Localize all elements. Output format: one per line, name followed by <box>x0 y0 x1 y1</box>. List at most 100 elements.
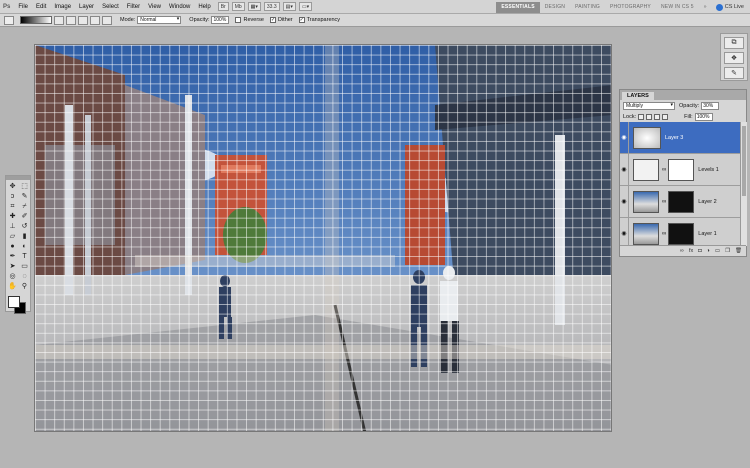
menu-layer[interactable]: Layer <box>75 4 98 10</box>
move-tool-icon[interactable]: ✥ <box>7 182 18 191</box>
cs-live-label: CS Live <box>724 4 744 10</box>
history-panel-icon[interactable]: ⧉ <box>724 37 744 49</box>
transparency-check-box[interactable]: ✓ <box>298 17 305 23</box>
reflected-gradient-button[interactable] <box>90 15 100 25</box>
delete-layer-icon[interactable]: 🗑 <box>735 248 742 254</box>
layer-opacity-input[interactable]: 30% <box>701 101 720 110</box>
shape-tool-icon[interactable]: ▭ <box>19 262 30 271</box>
opacity-input[interactable]: 100% <box>211 16 230 24</box>
marquee-tool-icon[interactable]: ⬚ <box>19 182 30 191</box>
gradient-tool-icon[interactable]: ▮ <box>19 232 30 241</box>
view-extras-button[interactable]: ▦▾ <box>247 2 261 11</box>
brush-tool-icon[interactable]: ✐ <box>19 212 30 221</box>
lock-all-icon[interactable] <box>662 113 669 120</box>
link-layers-icon[interactable]: ∞ <box>680 248 684 254</box>
layers-panel-footer: ∞ fx ◘ ◑ ▭ ❐ 🗑 <box>620 245 746 256</box>
workspace-essentials[interactable]: ESSENTIALS <box>496 1 540 13</box>
workspace-painting[interactable]: PAINTING <box>570 4 605 10</box>
menu-select[interactable]: Select <box>98 4 123 10</box>
foreground-color-swatch[interactable] <box>8 296 20 308</box>
layers-panel: LAYERS Multiply Opacity: 30% Lock: Fill:… <box>619 89 747 257</box>
diamond-gradient-button[interactable] <box>102 15 112 25</box>
properties-panel-icon[interactable]: ✎ <box>724 67 744 79</box>
path-select-icon[interactable]: ➤ <box>7 262 18 271</box>
tools-panel: ✥ ⬚ ↄ ✎ ⌗ ⌿ ✚ ✐ ⊥ ↺ ▱ ▮ ● ◐ ✒ T ➤ ▭ ◎ ◌ … <box>5 175 31 315</box>
tab-layers[interactable]: LAYERS <box>622 92 654 100</box>
type-tool-icon[interactable]: T <box>19 252 30 261</box>
menu-filter[interactable]: Filter <box>123 4 144 10</box>
gradient-picker[interactable] <box>20 16 52 24</box>
zoom-level[interactable]: 33.3 <box>263 2 280 11</box>
gradient-tool-preset-icon[interactable] <box>4 15 14 25</box>
workspace-design[interactable]: DESIGN <box>540 4 570 10</box>
color-swatches[interactable] <box>7 295 29 315</box>
menu-edit[interactable]: Edit <box>32 4 50 10</box>
layer-row-layer2[interactable]: ◉ ∞ Layer 2 <box>620 186 740 218</box>
menu-file[interactable]: File <box>14 4 32 10</box>
hand-tool-icon[interactable]: ✋ <box>7 282 18 291</box>
layer-row-layer1[interactable]: ◉ ∞ Layer 1 <box>620 218 740 246</box>
visibility-eye-icon[interactable]: ◉ <box>620 122 629 153</box>
bridge-button[interactable]: Br <box>217 2 229 11</box>
menu-window[interactable]: Window <box>165 4 194 10</box>
menu-help[interactable]: Help <box>194 4 214 10</box>
angle-gradient-button[interactable] <box>78 15 88 25</box>
add-mask-icon[interactable]: ◘ <box>698 248 701 254</box>
lock-pixels-icon[interactable] <box>646 113 653 120</box>
layers-scrollbar[interactable] <box>740 122 747 246</box>
new-adjustment-icon[interactable]: ◑ <box>707 248 710 254</box>
transparency-label: Transparency <box>306 17 341 23</box>
minibridge-button[interactable]: Mb <box>231 2 245 11</box>
lock-position-icon[interactable] <box>654 113 661 120</box>
dither-check-box[interactable]: ✓ <box>269 17 276 23</box>
new-layer-icon[interactable]: ❐ <box>725 248 730 254</box>
menu-image[interactable]: Image <box>50 4 75 10</box>
history-brush-icon[interactable]: ↺ <box>19 222 30 231</box>
adjustments-panel-icon[interactable]: ❖ <box>724 52 744 64</box>
reverse-check-box[interactable] <box>235 17 242 23</box>
eyedropper-tool-icon[interactable]: ⌿ <box>19 202 30 211</box>
pen-tool-icon[interactable]: ✒ <box>7 252 18 261</box>
cs-live-button[interactable]: CS Live <box>712 3 750 11</box>
workspace-new-in-cs5[interactable]: NEW IN CS 5 <box>656 4 699 10</box>
3d-rotate-icon[interactable]: ◎ <box>7 272 18 281</box>
layer-row-levels1[interactable]: ◉ ∞ Levels 1 <box>620 154 740 186</box>
crop-tool-icon[interactable]: ⌗ <box>7 202 18 211</box>
visibility-eye-icon[interactable]: ◉ <box>620 186 629 217</box>
visibility-eye-icon[interactable]: ◉ <box>620 154 629 185</box>
layer-row-layer3[interactable]: ◉ Layer 3 <box>620 122 740 154</box>
lasso-tool-icon[interactable]: ↄ <box>7 192 18 201</box>
linear-gradient-button[interactable] <box>54 15 64 25</box>
lock-transparency-icon[interactable] <box>638 113 645 120</box>
radial-gradient-button[interactable] <box>66 15 76 25</box>
clone-stamp-icon[interactable]: ⊥ <box>7 222 18 231</box>
mode-select[interactable]: Normal <box>137 16 182 24</box>
blend-mode-select[interactable]: Multiply <box>623 101 675 110</box>
layer-list: ◉ Layer 3 ◉ ∞ Levels 1 ◉ ∞ Layer 2 ◉ ∞ L… <box>620 122 740 246</box>
lock-row: Lock: Fill: 100% <box>620 111 746 122</box>
dither-checkbox[interactable]: ✓ Dither <box>269 17 293 23</box>
3d-orbit-icon[interactable]: ◌ <box>19 272 30 281</box>
dodge-tool-icon[interactable]: ◐ <box>19 242 30 251</box>
arrange-documents-button[interactable]: ▤▾ <box>282 2 296 11</box>
screen-mode-button[interactable]: ▭▾ <box>298 2 313 11</box>
document-canvas[interactable] <box>34 44 612 432</box>
new-group-icon[interactable]: ▭ <box>715 248 720 254</box>
visibility-eye-icon[interactable]: ◉ <box>620 218 629 246</box>
layers-scroll-thumb[interactable] <box>742 126 746 196</box>
layer-thumbnail <box>633 222 659 245</box>
fill-input[interactable]: 100% <box>694 112 713 121</box>
layer-style-icon[interactable]: fx <box>689 248 693 254</box>
menu-view[interactable]: View <box>144 4 165 10</box>
blur-tool-icon[interactable]: ● <box>7 242 18 251</box>
reverse-checkbox[interactable]: Reverse <box>235 17 264 23</box>
transparency-checkbox[interactable]: ✓ Transparency <box>298 17 341 23</box>
workspace-photography[interactable]: PHOTOGRAPHY <box>605 4 656 10</box>
levels-adjustment-icon <box>633 158 659 181</box>
zoom-tool-icon[interactable]: ⚲ <box>19 282 30 291</box>
eraser-tool-icon[interactable]: ▱ <box>7 232 18 241</box>
workspace-more-button[interactable]: » <box>699 4 712 10</box>
quick-select-tool-icon[interactable]: ✎ <box>19 192 30 201</box>
healing-brush-icon[interactable]: ✚ <box>7 212 18 221</box>
collapsed-panels-strip: ⧉ ❖ ✎ <box>720 33 748 81</box>
